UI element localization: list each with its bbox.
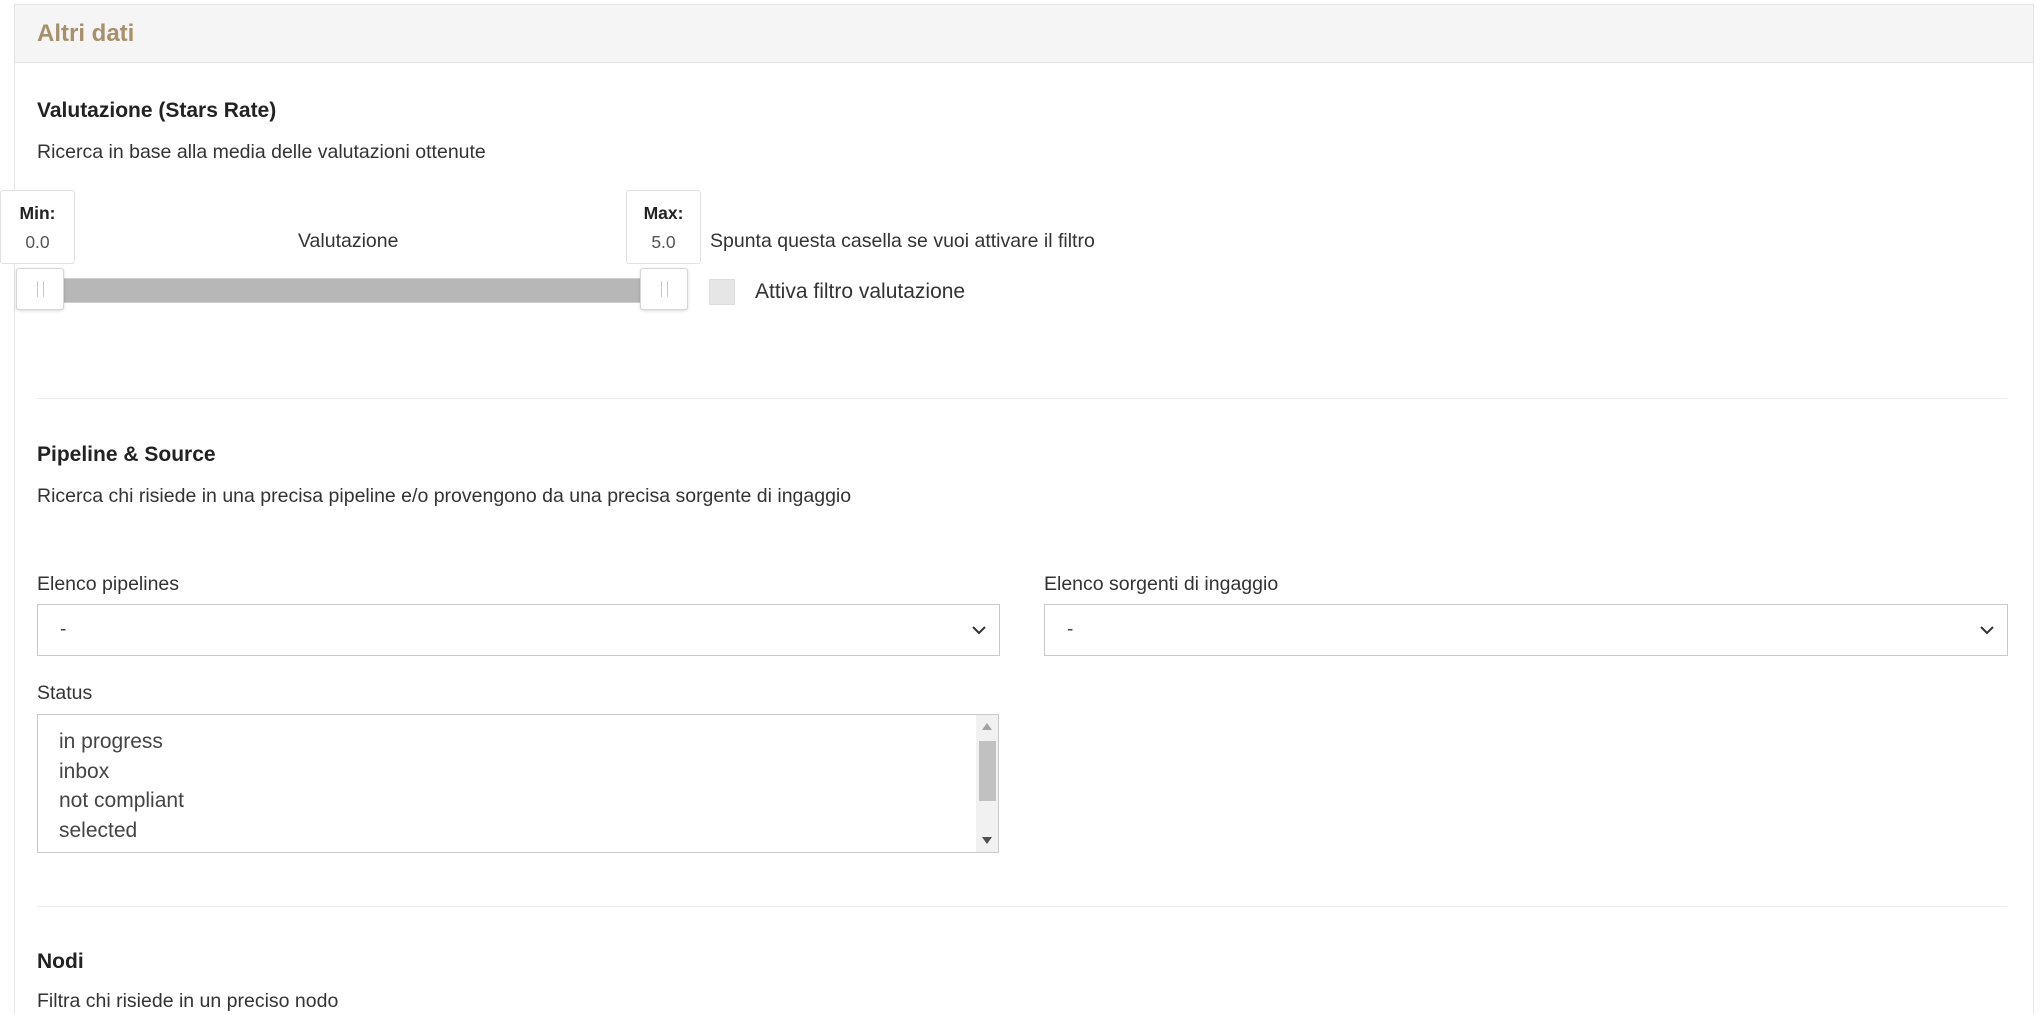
pipelines-select-value: - [60, 619, 67, 640]
chevron-down-icon [972, 626, 986, 635]
min-slider-handle[interactable] [16, 268, 64, 310]
grip-icon [36, 281, 44, 297]
scroll-up-icon[interactable] [982, 723, 992, 730]
rating-filter-label[interactable]: Attiva filtro valutazione [755, 280, 965, 304]
status-option[interactable]: selected [38, 816, 998, 846]
grip-icon [660, 281, 668, 297]
pipeline-description: Ricerca chi risiede in una precisa pipel… [37, 485, 852, 507]
max-slider-handle[interactable] [640, 268, 688, 310]
nodes-heading: Nodi [37, 950, 84, 973]
section-divider [37, 906, 2007, 907]
pipelines-select[interactable]: - [37, 604, 1000, 656]
max-value-tooltip: Max: 5.0 [626, 190, 701, 264]
min-value: 0.0 [25, 232, 50, 252]
rating-description: Ricerca in base alla media delle valutaz… [37, 141, 486, 163]
status-scrollbar[interactable] [976, 715, 998, 852]
section-divider [37, 398, 2007, 399]
scroll-down-icon[interactable] [982, 837, 992, 844]
rating-heading: Valutazione (Stars Rate) [37, 99, 277, 122]
rating-slider-range [37, 279, 675, 302]
pipeline-heading: Pipeline & Source [37, 443, 216, 466]
max-value: 5.0 [651, 232, 676, 252]
status-label: Status [37, 682, 93, 704]
panel-header: Altri dati [15, 5, 2033, 63]
scrollbar-thumb[interactable] [979, 741, 996, 801]
status-option[interactable]: in progress [38, 727, 998, 757]
pipelines-label: Elenco pipelines [37, 573, 180, 595]
chevron-down-icon [1980, 626, 1994, 635]
min-label: Min: [19, 203, 56, 223]
filter-hint: Spunta questa casella se vuoi attivare i… [710, 230, 1095, 252]
rating-filter-checkbox[interactable] [709, 279, 735, 305]
max-label: Max: [643, 203, 684, 223]
rating-slider-track[interactable] [36, 278, 676, 303]
rating-slider-label: Valutazione [298, 230, 399, 252]
status-option[interactable]: inbox [38, 757, 998, 787]
status-listbox[interactable]: in progress inbox not compliant selected [37, 714, 999, 853]
sources-select[interactable]: - [1044, 604, 2008, 656]
status-option[interactable]: not compliant [38, 786, 998, 816]
sources-select-value: - [1067, 619, 1074, 640]
sources-label: Elenco sorgenti di ingaggio [1044, 573, 1279, 595]
panel-title: Altri dati [37, 19, 135, 47]
min-value-tooltip: Min: 0.0 [0, 190, 75, 264]
